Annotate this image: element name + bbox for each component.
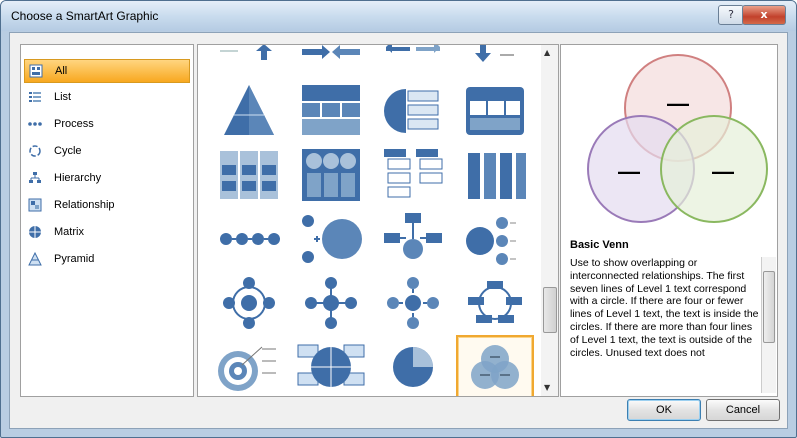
diverging-radial-thumbnail-icon	[387, 277, 439, 329]
layout-thumbnail[interactable]	[294, 145, 368, 205]
category-relationship[interactable]: Relationship	[24, 194, 188, 216]
layout-thumbnail[interactable]	[294, 81, 368, 141]
cancel-button[interactable]: Cancel	[706, 399, 780, 421]
dialog-title: Choose a SmartArt Graphic	[11, 9, 159, 23]
category-hierarchy[interactable]: Hierarchy	[24, 167, 188, 189]
layout-thumbnail[interactable]	[212, 45, 286, 77]
category-list: All List Process Cycle Hierarchy Relatio…	[20, 44, 194, 397]
category-all[interactable]: All	[24, 59, 190, 83]
all-icon	[29, 64, 43, 78]
category-label: List	[54, 91, 72, 103]
half-circle-list-thumbnail-icon	[384, 89, 439, 133]
basic-venn-thumbnail[interactable]	[456, 335, 534, 396]
category-cycle[interactable]: Cycle	[24, 140, 188, 162]
hub-connector-thumbnail-icon	[384, 213, 442, 259]
category-label: Matrix	[54, 226, 84, 238]
layout-thumbnail[interactable]	[458, 45, 532, 77]
category-label: Relationship	[54, 199, 115, 211]
category-pyramid[interactable]: Pyramid	[24, 248, 188, 270]
category-list-item[interactable]: List	[24, 86, 188, 108]
layout-gallery	[197, 44, 543, 397]
category-matrix[interactable]: Matrix	[24, 221, 188, 243]
layout-thumbnail[interactable]	[294, 337, 368, 396]
opposing-arrows-thumbnail-icon	[302, 45, 360, 59]
category-label: Cycle	[54, 145, 82, 157]
category-label: All	[55, 65, 68, 77]
venn-text-top: —	[667, 91, 689, 116]
radial-cycle-thumbnail-icon	[223, 277, 275, 329]
description-scrollbar[interactable]	[761, 257, 776, 393]
equation-thumbnail-icon	[220, 233, 280, 245]
preview-title: Basic Venn	[570, 239, 629, 251]
basic-radial-thumbnail-icon	[305, 277, 357, 329]
pyramid-icon	[28, 252, 42, 266]
block-cycle-thumbnail-icon	[468, 281, 522, 323]
description-scroll-thumb[interactable]	[763, 271, 775, 343]
table-list-thumbnail-icon	[302, 85, 360, 135]
gallery-scrollbar[interactable]: ▲ ▼	[541, 44, 559, 397]
layout-thumbnail[interactable]	[376, 145, 450, 205]
venn-text-right: —	[712, 159, 734, 184]
layout-thumbnail[interactable]	[212, 337, 286, 396]
converging-circles-thumbnail-icon	[302, 215, 362, 263]
category-label: Process	[54, 118, 94, 130]
layout-thumbnail[interactable]	[458, 81, 532, 141]
basic-pie-thumbnail-icon	[393, 347, 433, 387]
scroll-down-arrow-icon[interactable]: ▼	[544, 383, 550, 392]
layout-thumbnail[interactable]	[376, 337, 450, 396]
layout-thumbnail[interactable]	[458, 209, 532, 269]
venn-thumbnail-icon	[471, 345, 519, 389]
preview-panel: — — — Basic Venn Use to show overlapping…	[560, 44, 778, 397]
layout-thumbnail[interactable]	[294, 209, 368, 269]
dialog-body: All List Process Cycle Hierarchy Relatio…	[9, 32, 788, 429]
title-bar[interactable]: Choose a SmartArt Graphic ? x	[1, 1, 796, 31]
category-label: Pyramid	[54, 253, 95, 265]
bullet-circles-thumbnail-icon	[466, 217, 516, 265]
layout-thumbnail[interactable]	[376, 45, 450, 77]
smartart-dialog: Choose a SmartArt Graphic ? x All List P…	[0, 0, 797, 438]
list-icon	[29, 92, 41, 102]
pyramid-thumbnail-icon	[224, 85, 274, 135]
ok-button[interactable]: OK	[627, 399, 701, 421]
down-arrow-thumbnail-icon	[475, 45, 514, 62]
layout-thumbnail[interactable]	[376, 81, 450, 141]
layout-thumbnail[interactable]	[294, 45, 368, 77]
venn-preview-graphic: — — —	[587, 54, 768, 223]
segmented-circle-thumbnail-icon	[297, 344, 365, 387]
help-button[interactable]: ?	[718, 5, 744, 25]
layout-thumbnail[interactable]	[458, 145, 532, 205]
layout-thumbnail[interactable]	[212, 273, 286, 333]
preview-description: Use to show overlapping or interconnecte…	[570, 257, 759, 359]
venn-text-left: —	[618, 159, 640, 184]
layout-thumbnail[interactable]	[212, 81, 286, 141]
vertical-box-list-thumbnail-icon	[220, 151, 278, 199]
hierarchy-icon	[29, 172, 41, 183]
stacked-list-thumbnail-icon	[384, 149, 443, 198]
layout-thumbnail[interactable]	[294, 273, 368, 333]
cycle-icon	[29, 145, 41, 157]
vertical-bar-list-thumbnail-icon	[468, 153, 526, 199]
vertical-circle-list-thumbnail-icon	[302, 149, 360, 201]
close-button[interactable]: x	[742, 5, 786, 25]
layout-thumbnail[interactable]	[376, 273, 450, 333]
layout-thumbnail[interactable]	[458, 273, 532, 333]
layout-thumbnail[interactable]	[212, 209, 286, 269]
matrix-icon	[29, 226, 41, 238]
scroll-up-arrow-icon[interactable]: ▲	[544, 48, 550, 57]
gallery-scroll-thumb[interactable]	[543, 287, 557, 333]
upward-arrow-thumbnail-icon	[220, 45, 272, 60]
counter-arrows-thumbnail-icon	[386, 45, 440, 53]
category-process[interactable]: Process	[24, 113, 188, 135]
layout-thumbnail[interactable]	[212, 145, 286, 205]
relationship-icon	[28, 198, 42, 212]
grouped-list-thumbnail-icon	[466, 87, 524, 135]
process-icon	[28, 122, 42, 126]
layout-thumbnail[interactable]	[376, 209, 450, 269]
category-label: Hierarchy	[54, 172, 102, 184]
target-thumbnail-icon	[218, 346, 276, 391]
